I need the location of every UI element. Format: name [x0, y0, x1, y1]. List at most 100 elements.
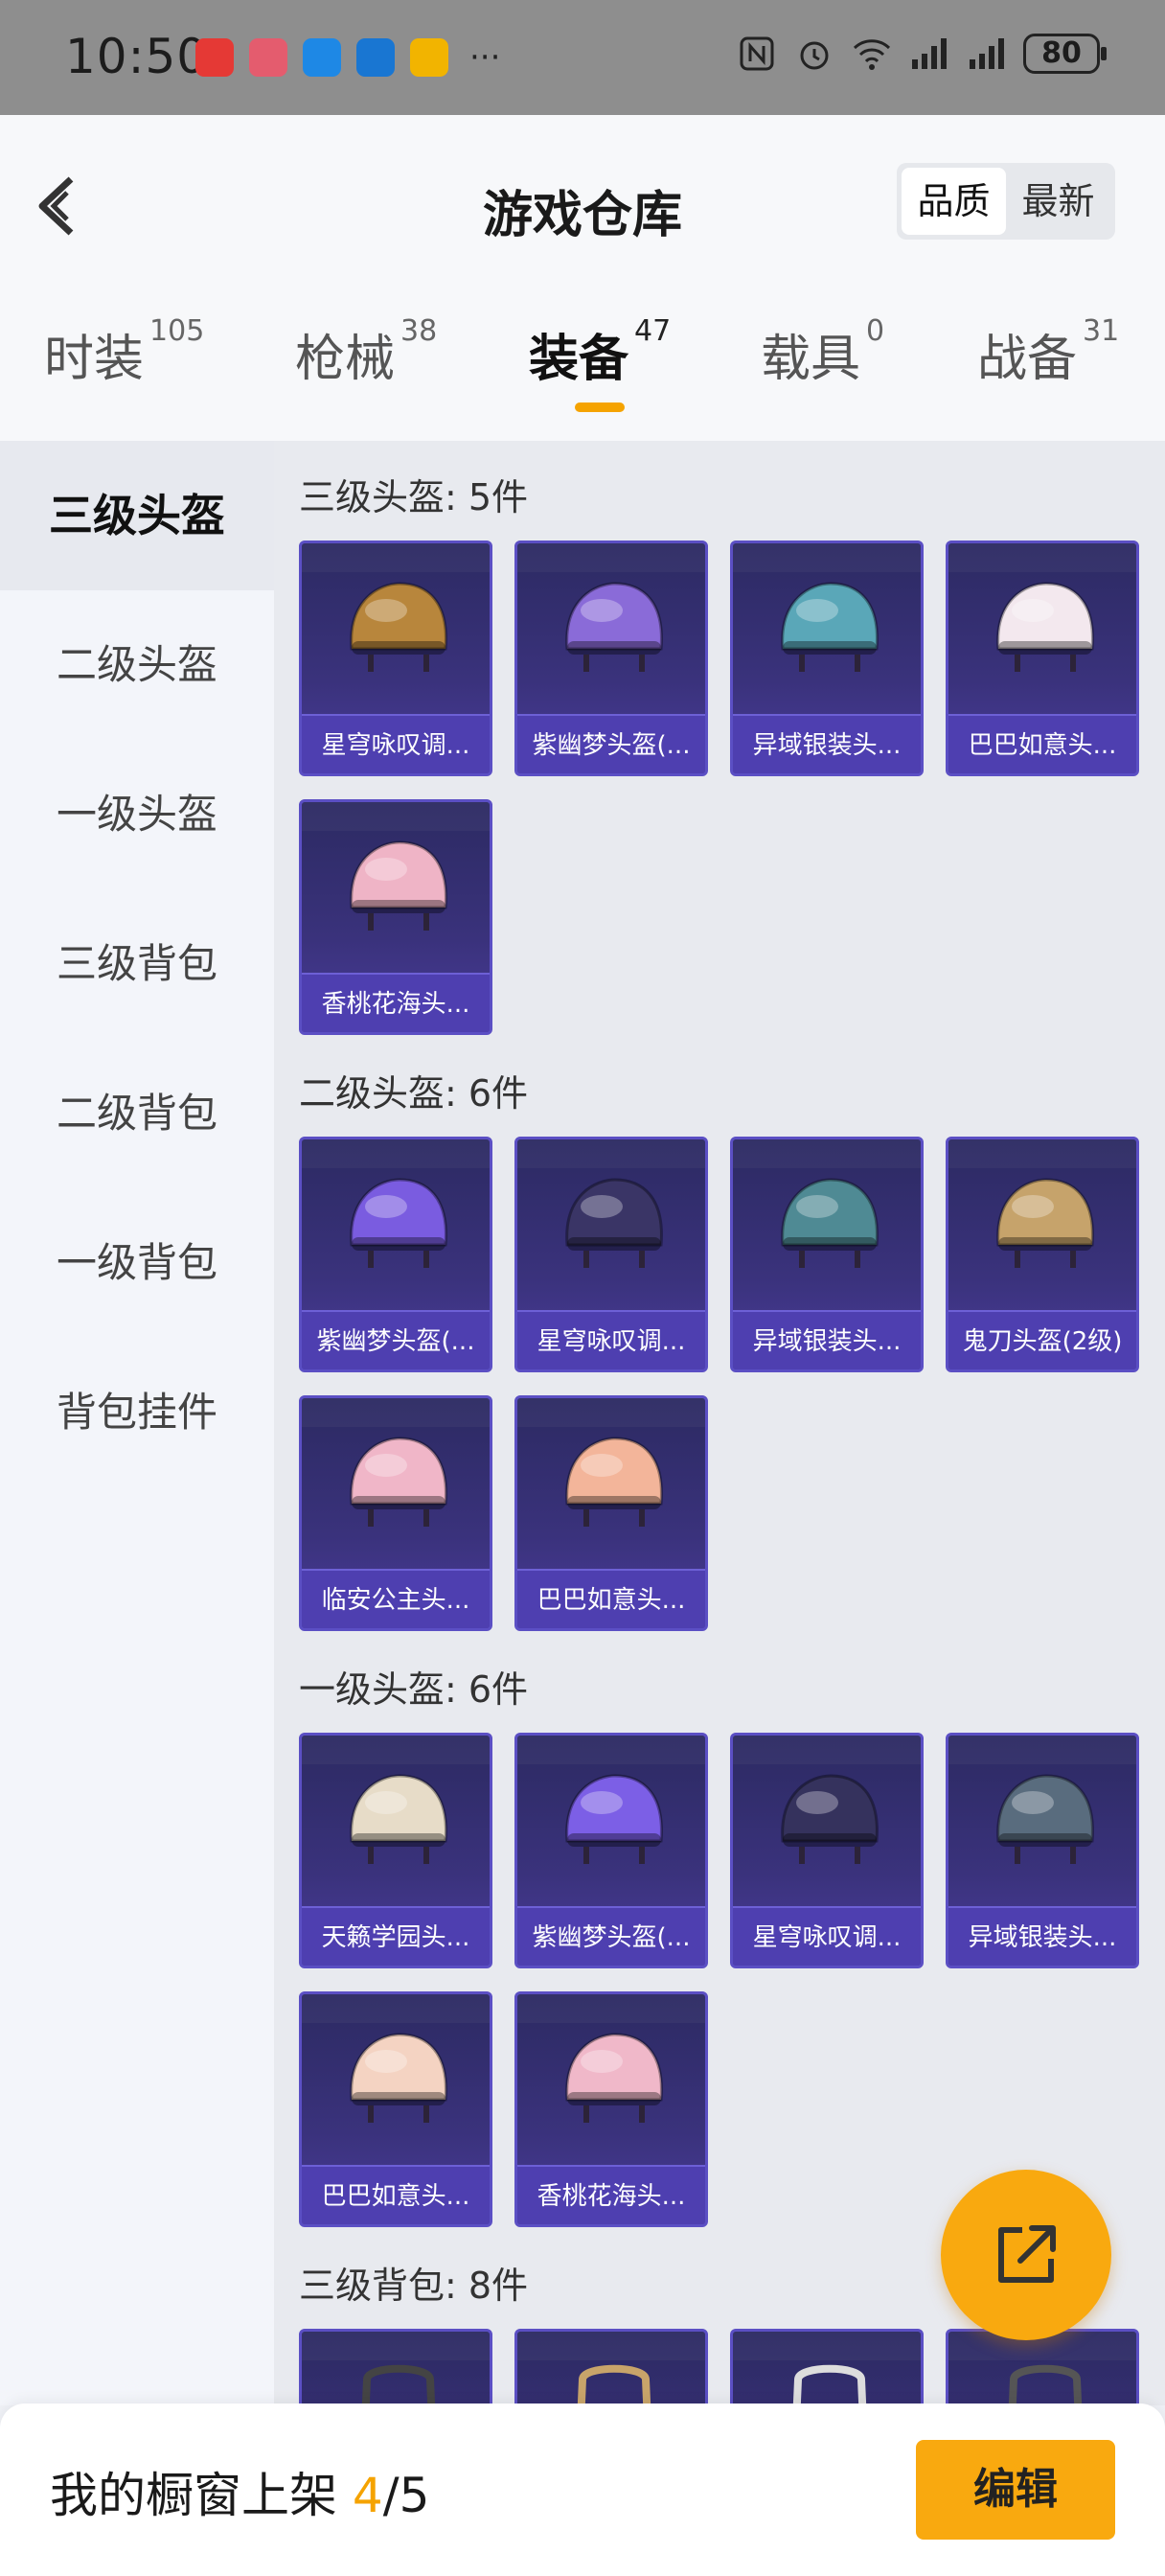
sidebar-item-level2-backpack[interactable]: 二级背包 — [0, 1039, 274, 1188]
tab-count: 105 — [149, 314, 205, 348]
edit-button[interactable]: 编辑 — [916, 2440, 1115, 2540]
white-pink-visor-helmet-icon — [996, 582, 1094, 672]
card-highlight — [517, 543, 705, 572]
sidebar-item-level1-helmet[interactable]: 一级头盔 — [0, 740, 274, 889]
item-name: 异域银装头... — [948, 1906, 1136, 1966]
purple-helmet-icon — [350, 1178, 447, 1268]
item-name: 紫幽梦头盔(... — [517, 714, 705, 773]
item-card[interactable]: 天籁学园头... — [299, 1733, 492, 1968]
tab-label: 载具 — [761, 331, 861, 388]
item-card[interactable] — [730, 2329, 924, 2405]
item-name: 星穹咏叹调... — [733, 1906, 921, 1966]
item-card[interactable] — [299, 2329, 492, 2405]
sidebar-item-level3-backpack[interactable]: 三级背包 — [0, 889, 274, 1039]
wifi-icon — [853, 39, 891, 70]
share-out-icon — [998, 2225, 1056, 2283]
shelf-status: 我的橱窗上架 4/5 — [50, 2457, 429, 2526]
card-highlight — [948, 1139, 1136, 1168]
sort-toggle: 品质 最新 — [897, 163, 1115, 240]
cream-open-helmet-icon — [350, 1774, 447, 1864]
card-highlight — [733, 1139, 921, 1168]
item-card[interactable]: 巴巴如意头... — [514, 1395, 708, 1631]
card-highlight — [302, 1398, 490, 1427]
card-highlight — [733, 2332, 921, 2360]
item-card[interactable]: 巴巴如意头... — [299, 1991, 492, 2227]
item-name: 巴巴如意头... — [302, 2165, 490, 2224]
item-card[interactable]: 临安公主头... — [299, 1395, 492, 1631]
tab-fashion[interactable]: 时装 105 — [44, 314, 204, 390]
tab-count: 31 — [1083, 314, 1120, 348]
shelf-current-count: 4 — [352, 2468, 383, 2523]
signal-icon — [970, 38, 1004, 69]
status-icons: 80 — [736, 33, 1107, 75]
category-sidebar: 三级头盔 二级头盔 一级头盔 三级背包 二级背包 一级背包 背包挂件 — [0, 441, 274, 2405]
teal-visor-helmet-icon — [781, 582, 879, 672]
item-card[interactable]: 紫幽梦头盔(... — [514, 1733, 708, 1968]
status-time: 10:50 — [65, 29, 209, 84]
sidebar-item-level2-helmet[interactable]: 二级头盔 — [0, 590, 274, 740]
nfc-icon — [740, 36, 774, 71]
battery-icon: 80 — [1023, 34, 1107, 74]
card-highlight — [517, 1736, 705, 1764]
sidebar-item-level1-backpack[interactable]: 一级背包 — [0, 1188, 274, 1338]
item-card[interactable]: 香桃花海头... — [514, 1991, 708, 2227]
share-button[interactable] — [941, 2170, 1111, 2340]
section-title: 二级头盔: 6件 — [299, 1072, 529, 1115]
sidebar-item-level3-helmet[interactable]: 三级头盔 — [0, 441, 274, 590]
card-highlight — [302, 802, 490, 831]
sort-quality-button[interactable]: 品质 — [902, 168, 1006, 235]
gold-helmet-icon — [996, 1178, 1094, 1268]
item-card[interactable]: 香桃花海头... — [299, 799, 492, 1035]
tab-count: 38 — [400, 314, 438, 348]
item-card[interactable] — [946, 2329, 1139, 2405]
backpack-icon — [1008, 2364, 1083, 2405]
item-card[interactable] — [514, 2329, 708, 2405]
item-card[interactable]: 异域银装头... — [730, 1137, 924, 1372]
item-name: 紫幽梦头盔(... — [517, 1906, 705, 1966]
backpack-icon — [577, 2364, 651, 2405]
item-name: 星穹咏叹调... — [517, 1310, 705, 1369]
tab-label: 时装 — [44, 331, 145, 388]
tab-guns[interactable]: 枪械 38 — [295, 314, 437, 390]
item-name: 星穹咏叹调... — [302, 714, 490, 773]
tab-vehicles[interactable]: 载具 0 — [761, 314, 884, 390]
card-highlight — [733, 1736, 921, 1764]
section-title: 一级头盔: 6件 — [299, 1668, 529, 1711]
item-card[interactable]: 紫幽梦头盔(... — [299, 1137, 492, 1372]
item-card[interactable]: 异域银装头... — [946, 1733, 1139, 1968]
app-notification-icon — [195, 38, 234, 77]
more-notifications-icon: ··· — [469, 38, 501, 77]
shelf-total-count: /5 — [382, 2468, 430, 2523]
item-name: 香桃花海头... — [302, 973, 490, 1032]
sort-latest-button[interactable]: 最新 — [1006, 168, 1110, 235]
item-name: 紫幽梦头盔(... — [302, 1310, 490, 1369]
item-name: 巴巴如意头... — [948, 714, 1136, 773]
card-highlight — [302, 543, 490, 572]
item-card[interactable]: 异域银装头... — [730, 540, 924, 776]
item-card[interactable]: 鬼刀头盔(2级) — [946, 1137, 1139, 1372]
bottom-bar: 我的橱窗上架 4/5 编辑 — [0, 2404, 1165, 2576]
card-highlight — [517, 2332, 705, 2360]
card-highlight — [733, 543, 921, 572]
dark-winged-helmet-icon — [565, 1178, 663, 1268]
tab-supplies[interactable]: 战备 31 — [977, 314, 1119, 390]
sidebar-item-backpack-pendant[interactable]: 背包挂件 — [0, 1338, 274, 1487]
category-tabs: 时装 105 枪械 38 装备 47 载具 0 战备 31 — [0, 314, 1165, 414]
item-name: 鬼刀头盔(2级) — [948, 1310, 1136, 1369]
card-highlight — [302, 1994, 490, 2023]
item-card[interactable]: 星穹咏叹调... — [730, 1733, 924, 1968]
shelf-label: 我的橱窗上架 — [50, 2468, 337, 2523]
tab-equipment[interactable]: 装备 47 — [529, 314, 671, 390]
item-card[interactable]: 星穹咏叹调... — [514, 1137, 708, 1372]
card-highlight — [302, 1736, 490, 1764]
tab-count: 47 — [634, 314, 672, 348]
tab-count: 0 — [866, 314, 885, 348]
item-card[interactable]: 星穹咏叹调... — [299, 540, 492, 776]
section-title: 三级背包: 8件 — [299, 2265, 529, 2307]
item-card[interactable]: 紫幽梦头盔(... — [514, 540, 708, 776]
app-notification-icon — [410, 38, 448, 77]
item-card[interactable]: 巴巴如意头... — [946, 540, 1139, 776]
item-grid: 三级头盔: 5件 二级头盔: 6件 一级头盔: 6件 三级背包: 8件 星穹咏叹… — [274, 441, 1165, 2405]
card-highlight — [948, 543, 1136, 572]
white-orange-open-helmet-icon — [350, 2033, 447, 2123]
